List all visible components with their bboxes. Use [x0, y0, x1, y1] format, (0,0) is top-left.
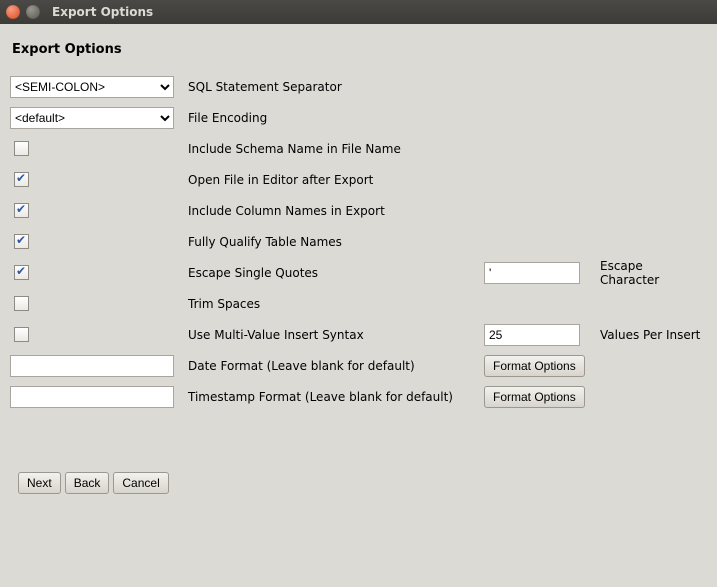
titlebar: Export Options	[0, 0, 717, 24]
open-after-checkbox[interactable]	[14, 172, 29, 187]
values-per-insert-input[interactable]	[484, 324, 580, 346]
sql-separator-select[interactable]: <SEMI-COLON>	[10, 76, 174, 98]
row-include-cols: Include Column Names in Export	[10, 195, 705, 226]
row-open-after: Open File in Editor after Export	[10, 164, 705, 195]
qualify-tables-checkbox[interactable]	[14, 234, 29, 249]
sql-separator-label: SQL Statement Separator	[188, 80, 342, 94]
trim-spaces-checkbox[interactable]	[14, 296, 29, 311]
row-date-format: Date Format (Leave blank for default) Fo…	[10, 350, 705, 381]
multi-value-checkbox[interactable]	[14, 327, 29, 342]
include-columns-checkbox[interactable]	[14, 203, 29, 218]
row-separator: <SEMI-COLON> SQL Statement Separator	[10, 71, 705, 102]
row-ts-format: Timestamp Format (Leave blank for defaul…	[10, 381, 705, 412]
multi-value-label: Use Multi-Value Insert Syntax	[188, 328, 364, 342]
row-include-schema: Include Schema Name in File Name	[10, 133, 705, 164]
timestamp-format-input[interactable]	[10, 386, 174, 408]
content-area: Export Options <SEMI-COLON> SQL Statemen…	[0, 24, 717, 506]
open-after-label: Open File in Editor after Export	[188, 173, 373, 187]
file-encoding-select[interactable]: <default>	[10, 107, 174, 129]
timestamp-format-label: Timestamp Format (Leave blank for defaul…	[188, 390, 453, 404]
escape-quotes-label: Escape Single Quotes	[188, 266, 318, 280]
escape-char-input[interactable]	[484, 262, 580, 284]
row-escape-quotes: Escape Single Quotes Escape Character	[10, 257, 705, 288]
include-columns-label: Include Column Names in Export	[188, 204, 385, 218]
row-encoding: <default> File Encoding	[10, 102, 705, 133]
file-encoding-label: File Encoding	[188, 111, 267, 125]
values-per-insert-label: Values Per Insert	[600, 328, 700, 342]
minimize-icon[interactable]	[26, 5, 40, 19]
row-trim-spaces: Trim Spaces	[10, 288, 705, 319]
escape-quotes-checkbox[interactable]	[14, 265, 29, 280]
cancel-button[interactable]: Cancel	[113, 472, 168, 494]
qualify-tables-label: Fully Qualify Table Names	[188, 235, 342, 249]
row-qualify-tables: Fully Qualify Table Names	[10, 226, 705, 257]
escape-char-label: Escape Character	[600, 259, 705, 287]
row-multi-value: Use Multi-Value Insert Syntax Values Per…	[10, 319, 705, 350]
back-button[interactable]: Back	[65, 472, 110, 494]
include-schema-checkbox[interactable]	[14, 141, 29, 156]
date-format-options-button[interactable]: Format Options	[484, 355, 585, 377]
page-title: Export Options	[12, 42, 705, 57]
close-icon[interactable]	[6, 5, 20, 19]
date-format-input[interactable]	[10, 355, 174, 377]
wizard-footer: Next Back Cancel	[10, 472, 705, 494]
next-button[interactable]: Next	[18, 472, 61, 494]
window-title: Export Options	[52, 5, 153, 19]
trim-spaces-label: Trim Spaces	[188, 297, 260, 311]
timestamp-format-options-button[interactable]: Format Options	[484, 386, 585, 408]
include-schema-label: Include Schema Name in File Name	[188, 142, 401, 156]
date-format-label: Date Format (Leave blank for default)	[188, 359, 415, 373]
